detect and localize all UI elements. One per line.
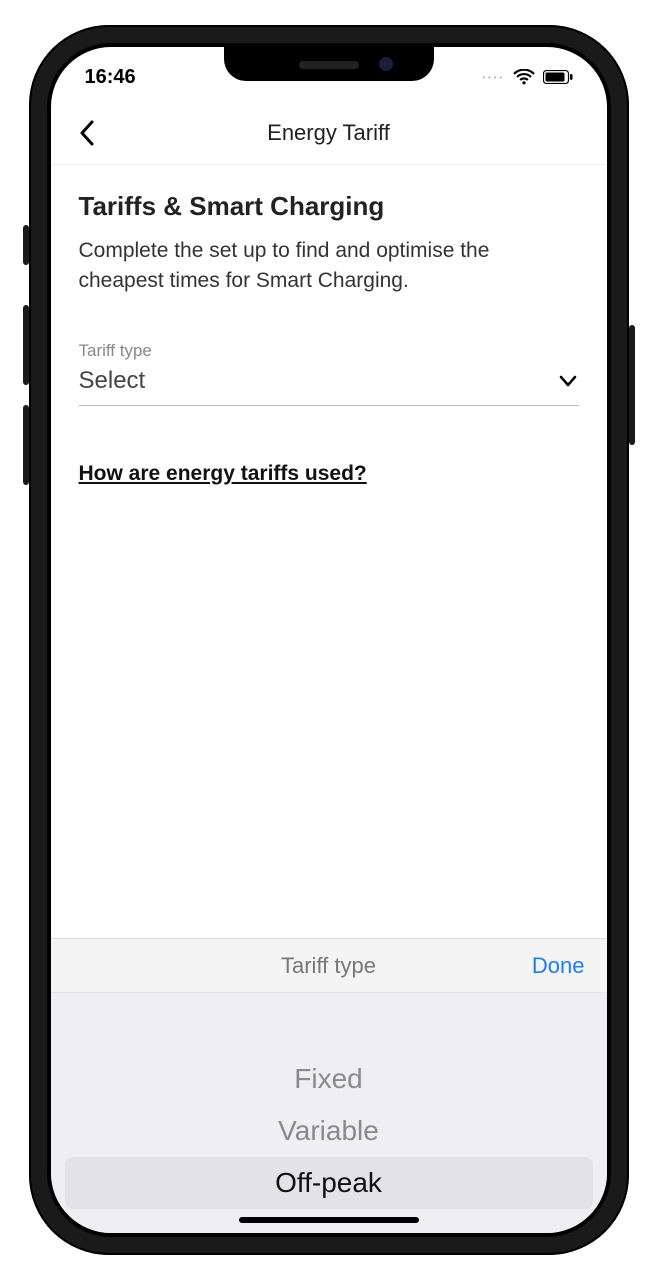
wifi-icon <box>513 69 535 85</box>
nav-bar: Energy Tariff <box>51 101 607 165</box>
picker-option-fixed[interactable]: Fixed <box>51 1053 607 1105</box>
battery-icon <box>543 70 573 84</box>
volume-down-button <box>23 405 29 485</box>
mute-switch <box>23 225 29 265</box>
picker-sheet: Tariff type Done Fixed Variable Off-peak <box>51 938 607 1233</box>
content: Tariffs & Smart Charging Complete the se… <box>51 165 607 938</box>
help-link[interactable]: How are energy tariffs used? <box>79 462 579 486</box>
notch <box>224 47 434 81</box>
tariff-type-label: Tariff type <box>79 341 579 361</box>
picker-wheel[interactable]: Fixed Variable Off-peak <box>51 993 607 1233</box>
tariff-type-value: Select <box>79 367 146 395</box>
picker-option-offpeak[interactable]: Off-peak <box>65 1157 593 1209</box>
status-time: 16:46 <box>85 66 136 89</box>
picker-option-variable[interactable]: Variable <box>51 1105 607 1157</box>
picker-toolbar: Tariff type Done <box>51 939 607 993</box>
page-title: Energy Tariff <box>267 120 390 146</box>
picker-title: Tariff type <box>281 953 376 979</box>
tariff-type-select[interactable]: Select <box>79 367 579 406</box>
volume-up-button <box>23 305 29 385</box>
chevron-left-icon <box>79 120 95 146</box>
section-description: Complete the set up to find and optimise… <box>79 236 579 297</box>
power-button <box>629 325 635 445</box>
chevron-down-icon <box>557 370 579 392</box>
phone-frame: 16:46 ···· <box>29 25 629 1255</box>
home-indicator[interactable] <box>239 1217 419 1223</box>
section-heading: Tariffs & Smart Charging <box>79 191 579 222</box>
back-button[interactable] <box>71 113 103 153</box>
screen: 16:46 ···· <box>51 47 607 1233</box>
cellular-signal-dots: ···· <box>482 69 505 85</box>
picker-done-button[interactable]: Done <box>532 953 585 979</box>
